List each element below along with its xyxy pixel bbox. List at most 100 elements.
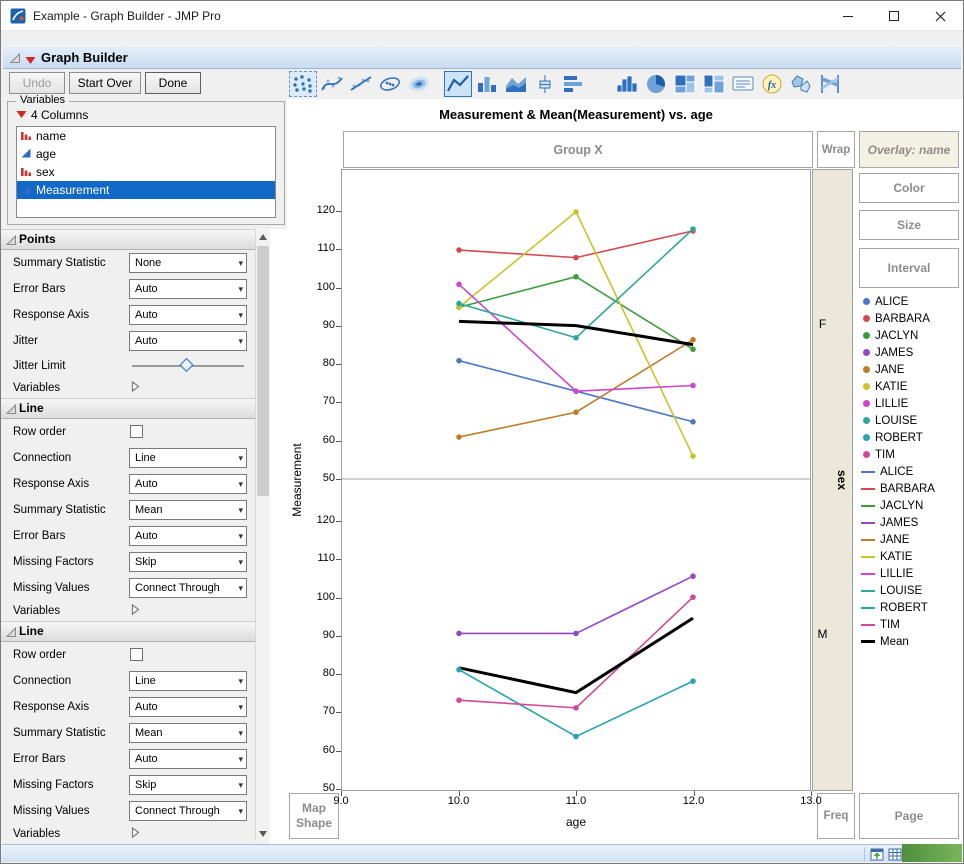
error-bars-select[interactable]: Auto▾ xyxy=(129,526,247,546)
legend-item-lillie-points[interactable]: LILLIE xyxy=(861,395,963,412)
ellipse-chart-icon[interactable] xyxy=(376,71,404,97)
variable-item-sex[interactable]: sex xyxy=(17,163,275,181)
treemap-chart-icon[interactable] xyxy=(671,71,699,97)
start-over-button[interactable]: Start Over xyxy=(69,72,141,94)
interval-bars-chart-icon[interactable] xyxy=(560,71,588,97)
freq-dropzone[interactable]: Freq xyxy=(817,793,855,839)
legend-item-alice-points[interactable]: ALICE xyxy=(861,293,963,310)
columns-header[interactable]: 4 Columns xyxy=(16,108,88,122)
legend-item-jaclyn-points[interactable]: JACLYN xyxy=(861,327,963,344)
summary-statistic-select[interactable]: Mean▾ xyxy=(129,723,247,743)
missing-values-select[interactable]: Connect Through▾ xyxy=(129,801,247,821)
error-bars-select[interactable]: Auto▾ xyxy=(129,749,247,769)
legend-item-jaclyn-line[interactable]: JACLYN xyxy=(861,497,963,514)
legend-item-tim-points[interactable]: TIM xyxy=(861,446,963,463)
legend-item-katie-line[interactable]: KATIE xyxy=(861,548,963,565)
missing-values-select[interactable]: Connect Through▾ xyxy=(129,578,247,598)
response-axis-select[interactable]: Auto▾ xyxy=(129,697,247,717)
wrap-dropzone[interactable]: Wrap xyxy=(817,131,855,168)
done-button[interactable]: Done xyxy=(145,72,201,94)
map-shapes-chart-icon[interactable] xyxy=(787,71,815,97)
legend-item-james-points[interactable]: JAMES xyxy=(861,344,963,361)
connection-select[interactable]: Line▾ xyxy=(129,671,247,691)
interval-dropzone[interactable]: Interval xyxy=(859,248,959,288)
legend-item-barbara-points[interactable]: BARBARA xyxy=(861,310,963,327)
legend-item-alice-line[interactable]: ALICE xyxy=(861,463,963,480)
smoother-chart-icon[interactable] xyxy=(318,71,346,97)
legend-item-mean-line[interactable]: Mean xyxy=(861,633,963,650)
legend-item-barbara-line[interactable]: BARBARA xyxy=(861,480,963,497)
undo-button[interactable]: Undo xyxy=(9,72,65,94)
disclosure-triangle-icon[interactable] xyxy=(131,381,140,396)
connection-select[interactable]: Line▾ xyxy=(129,448,247,468)
legend-item-lillie-line[interactable]: LILLIE xyxy=(861,565,963,582)
legend-item-jane-line[interactable]: JANE xyxy=(861,531,963,548)
area-chart-icon[interactable] xyxy=(502,71,530,97)
disclosure-triangle-icon[interactable] xyxy=(131,604,140,619)
legend-item-james-line[interactable]: JAMES xyxy=(861,514,963,531)
close-button[interactable] xyxy=(917,1,963,31)
row-order-checkbox[interactable] xyxy=(130,425,143,438)
legend-item-robert-points[interactable]: ROBERT xyxy=(861,429,963,446)
legend-item-katie-points[interactable]: KATIE xyxy=(861,378,963,395)
scroll-down-icon[interactable] xyxy=(256,826,270,841)
histogram-chart-icon[interactable] xyxy=(613,71,641,97)
pie-chart-icon[interactable] xyxy=(642,71,670,97)
red-triangle-menu-icon[interactable] xyxy=(25,54,36,68)
disclosure-triangle-icon[interactable] xyxy=(131,827,140,842)
section-header-points-0[interactable]: Points xyxy=(1,229,255,250)
plot-area[interactable] xyxy=(341,169,811,791)
section-header-line-2[interactable]: Line xyxy=(1,621,255,642)
bar-chart-icon[interactable] xyxy=(473,71,501,97)
points-chart-icon[interactable] xyxy=(289,71,317,97)
scrollbar-thumb[interactable] xyxy=(257,246,269,496)
legend-item-tim-line[interactable]: TIM xyxy=(861,616,963,633)
missing-factors-select[interactable]: Skip▾ xyxy=(129,552,247,572)
plot-canvas[interactable] xyxy=(342,170,810,790)
home-window-icon[interactable] xyxy=(870,847,884,861)
variable-item-age[interactable]: age xyxy=(17,145,275,163)
legend-item-jane-points[interactable]: JANE xyxy=(861,361,963,378)
row-order-checkbox[interactable] xyxy=(130,648,143,661)
color-dropzone[interactable]: Color xyxy=(859,173,959,203)
group-x-dropzone[interactable]: Group X xyxy=(343,131,813,168)
jitter-select[interactable]: Auto▾ xyxy=(129,331,247,351)
variable-item-name[interactable]: name xyxy=(17,127,275,145)
summary-statistic-select[interactable]: Mean▾ xyxy=(129,500,247,520)
page-dropzone[interactable]: Page xyxy=(859,793,959,839)
legend-item-louise-line[interactable]: LOUISE xyxy=(861,582,963,599)
section-header-line-1[interactable]: Line xyxy=(1,398,255,419)
jitter-limit-slider[interactable] xyxy=(129,357,247,375)
scroll-up-icon[interactable] xyxy=(256,229,270,244)
size-dropzone[interactable]: Size xyxy=(859,210,959,240)
x-axis-label[interactable]: age xyxy=(341,815,811,829)
line-chart-icon[interactable] xyxy=(444,71,472,97)
data-table-icon[interactable] xyxy=(888,847,902,861)
parallel-plot-chart-icon[interactable] xyxy=(816,71,844,97)
collapse-triangle-icon[interactable] xyxy=(9,52,21,67)
formula-chart-icon[interactable]: fx xyxy=(758,71,786,97)
caption-box-chart-icon[interactable] xyxy=(729,71,757,97)
properties-scrollbar[interactable] xyxy=(255,229,270,841)
overlay-dropzone[interactable]: Overlay: name xyxy=(859,131,959,168)
select-value: Skip xyxy=(135,779,156,791)
response-axis-select[interactable]: Auto▾ xyxy=(129,474,247,494)
prop-label: Variables xyxy=(13,605,60,617)
minimize-button[interactable] xyxy=(825,1,871,31)
missing-factors-select[interactable]: Skip▾ xyxy=(129,775,247,795)
line-of-fit-chart-icon[interactable] xyxy=(347,71,375,97)
red-triangle-menu-icon[interactable] xyxy=(16,108,27,122)
y-axis-label[interactable]: Measurement xyxy=(290,443,304,516)
legend-item-louise-points[interactable]: LOUISE xyxy=(861,412,963,429)
variable-item-measurement[interactable]: Measurement xyxy=(17,181,275,199)
box-plot-chart-icon[interactable] xyxy=(531,71,559,97)
contour-chart-icon[interactable] xyxy=(405,71,433,97)
maximize-button[interactable] xyxy=(871,1,917,31)
legend-item-robert-line[interactable]: ROBERT xyxy=(861,599,963,616)
mosaic-chart-icon[interactable] xyxy=(700,71,728,97)
response-axis-select[interactable]: Auto▾ xyxy=(129,305,247,325)
summary-statistic-select[interactable]: None▾ xyxy=(129,253,247,273)
map-shape-dropzone[interactable]: Map Shape xyxy=(289,793,339,839)
error-bars-select[interactable]: Auto▾ xyxy=(129,279,247,299)
panel-label-m: M xyxy=(812,627,833,641)
